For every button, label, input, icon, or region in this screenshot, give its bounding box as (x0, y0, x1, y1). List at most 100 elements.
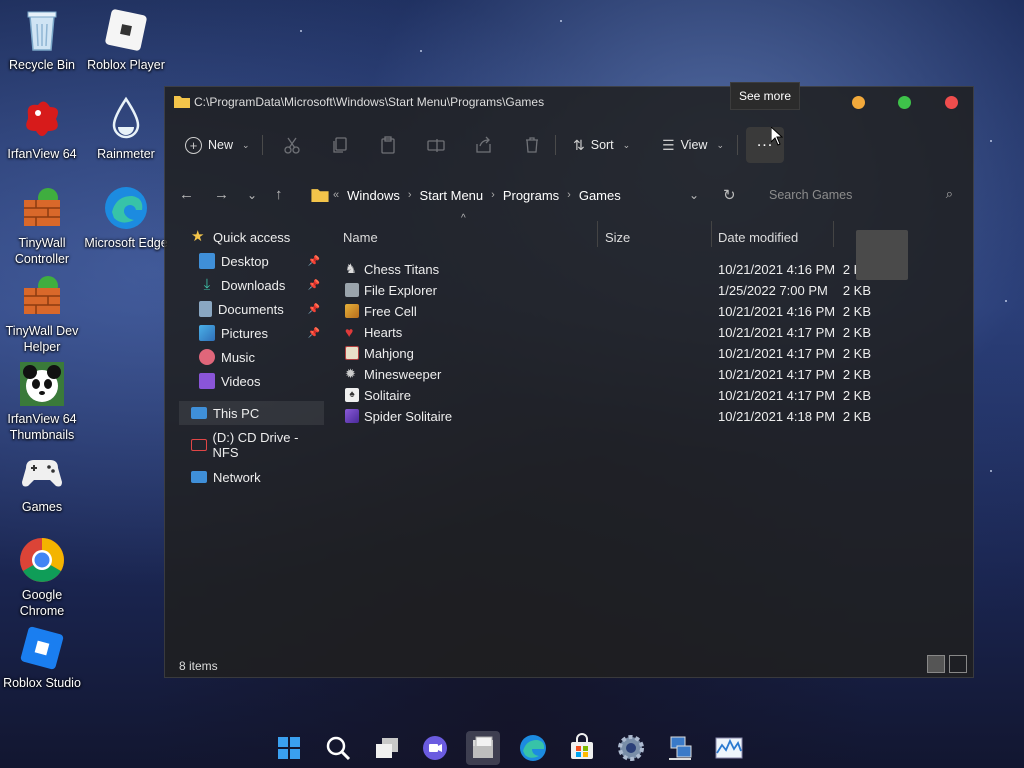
separator (262, 135, 263, 155)
sidebar-item-cd-drive[interactable]: (D:) CD Drive - NFS (179, 430, 324, 460)
file-row-spider-solitaire[interactable]: Spider Solitaire 2 KB 10/21/2021 4:18 PM (335, 406, 871, 427)
task-view-icon[interactable] (370, 731, 404, 765)
chevron-right-icon[interactable]: › (408, 189, 412, 201)
close-button[interactable] (945, 96, 958, 109)
share-icon[interactable] (475, 136, 493, 154)
network-icon (191, 471, 207, 483)
desktop-icon-edge[interactable]: Microsoft Edge (84, 184, 168, 251)
file-explorer-icon[interactable] (466, 731, 500, 765)
roblox-player-icon (102, 6, 150, 54)
search-icon[interactable] (321, 731, 355, 765)
file-row-mahjong[interactable]: Mahjong 2 KB 10/21/2021 4:17 PM (335, 343, 871, 364)
desktop-icon-tinywall[interactable]: TinyWall Controller (0, 184, 84, 267)
paste-icon[interactable] (379, 136, 397, 154)
chat-icon[interactable] (418, 731, 452, 765)
separator (555, 135, 556, 155)
column-separator[interactable] (597, 221, 598, 247)
refresh-icon[interactable]: ↻ (723, 186, 736, 204)
sidebar-item-downloads[interactable]: ⤓ Downloads 📌 (179, 273, 324, 297)
desktop-icon-roblox-studio[interactable]: Roblox Studio (0, 624, 84, 691)
pin-icon[interactable]: 📌 (308, 256, 320, 267)
mine-icon: ✹ (345, 366, 356, 381)
see-more-tooltip: See more (730, 82, 800, 110)
sort-icon: ⇅ (573, 136, 585, 153)
cut-icon[interactable] (283, 136, 301, 154)
sidebar-item-quick-access[interactable]: ★ Quick access (179, 225, 324, 249)
copy-icon[interactable] (331, 136, 349, 154)
search-box[interactable]: ⌕ (757, 180, 967, 210)
item-count: 8 items (179, 659, 218, 673)
column-separator[interactable] (711, 221, 712, 247)
free-cell-icon (345, 304, 359, 318)
chevron-right-icon[interactable]: › (491, 189, 495, 201)
rename-icon[interactable] (427, 136, 445, 154)
desktop-icon (199, 253, 215, 269)
pin-icon[interactable]: 📌 (308, 328, 320, 339)
edge-icon[interactable] (516, 731, 550, 765)
mahjong-icon (345, 346, 359, 360)
store-icon[interactable] (565, 731, 599, 765)
minimize-button[interactable] (852, 96, 865, 109)
settings-icon[interactable] (614, 731, 648, 765)
chevron-right-icon[interactable]: › (567, 189, 571, 201)
irfanview-icon (18, 95, 66, 143)
desktop-icon-games[interactable]: Games (0, 448, 84, 515)
file-row-chess-titans[interactable]: ♞ Chess Titans 2 KB 10/21/2021 4:16 PM (335, 259, 871, 280)
sidebar-item-music[interactable]: Music (179, 345, 324, 369)
file-row-solitaire[interactable]: ♠ Solitaire 2 KB 10/21/2021 4:17 PM (335, 385, 871, 406)
file-row-file-explorer[interactable]: File Explorer 2 KB 1/25/2022 7:00 PM (335, 280, 871, 301)
sort-button[interactable]: ⇅ Sort ⌄ (573, 127, 630, 163)
breadcrumb-games[interactable]: Games (579, 188, 621, 203)
breadcrumb-overflow-icon[interactable]: « (333, 189, 339, 201)
search-input[interactable] (757, 180, 967, 210)
desktop-icon-roblox-player[interactable]: Roblox Player (84, 6, 168, 73)
desktop-icon-rainmeter[interactable]: Rainmeter (84, 95, 168, 162)
forward-arrow-icon[interactable]: → (214, 186, 229, 203)
file-row-hearts[interactable]: ♥ Hearts 2 KB 10/21/2021 4:17 PM (335, 322, 871, 343)
pin-icon[interactable]: 📌 (308, 304, 320, 315)
new-button[interactable]: + New ⌄ (185, 127, 250, 163)
view-button[interactable]: ☰ View ⌄ (662, 127, 724, 163)
sidebar-item-pictures[interactable]: Pictures 📌 (179, 321, 324, 345)
address-dropdown-icon[interactable]: ⌄ (689, 188, 699, 202)
details-view-icon[interactable] (927, 655, 945, 673)
tiles-view-icon[interactable] (949, 655, 967, 673)
sidebar-item-videos[interactable]: Videos (179, 369, 324, 393)
sidebar-item-desktop[interactable]: Desktop 📌 (179, 249, 324, 273)
edge-icon (102, 184, 150, 232)
start-icon[interactable] (272, 731, 306, 765)
pc-icon (191, 407, 207, 419)
sidebar-item-network[interactable]: Network (179, 465, 324, 489)
sidebar-item-documents[interactable]: Documents 📌 (179, 297, 324, 321)
view-list-icon: ☰ (662, 136, 675, 153)
search-icon[interactable]: ⌕ (946, 186, 953, 202)
chevron-down-icon: ⌄ (716, 139, 724, 150)
delete-icon[interactable] (523, 136, 541, 154)
recent-locations-icon[interactable]: ⌄ (247, 188, 257, 202)
column-header-size[interactable]: Size (605, 223, 630, 251)
title-bar[interactable]: C:\ProgramData\Microsoft\Windows\Start M… (165, 87, 973, 117)
network-manager-icon[interactable] (663, 731, 697, 765)
desktop-icon-recycle-bin[interactable]: Recycle Bin (0, 6, 84, 73)
desktop-icon-chrome[interactable]: Google Chrome (0, 536, 84, 619)
column-header-name[interactable]: Name (343, 223, 378, 251)
desktop-icon-label: TinyWall Controller (14, 236, 70, 266)
back-arrow-icon[interactable]: ← (179, 186, 194, 203)
column-separator[interactable] (833, 221, 834, 247)
desktop-icon-irfanview[interactable]: IrfanView 64 (0, 95, 84, 162)
desktop-icon-irfanview-thumbnails[interactable]: IrfanView 64 Thumbnails (0, 360, 84, 443)
tinywall-dev-icon (18, 272, 66, 320)
sidebar-item-this-pc[interactable]: This PC (179, 401, 324, 425)
pin-icon[interactable]: 📌 (308, 280, 320, 291)
desktop-icon-tinywall-dev[interactable]: TinyWall Dev Helper (0, 272, 84, 355)
file-row-minesweeper[interactable]: ✹ Minesweeper 2 KB 10/21/2021 4:17 PM (335, 364, 871, 385)
breadcrumb-windows[interactable]: Windows (347, 188, 400, 203)
performance-monitor-icon[interactable] (712, 731, 746, 765)
maximize-button[interactable] (898, 96, 911, 109)
breadcrumb-programs[interactable]: Programs (503, 188, 559, 203)
file-row-free-cell[interactable]: Free Cell 2 KB 10/21/2021 4:16 PM (335, 301, 871, 322)
column-header-date[interactable]: Date modified (718, 223, 798, 251)
irfanview-thumbnails-icon (18, 360, 66, 408)
up-arrow-icon[interactable]: ↑ (275, 186, 283, 203)
breadcrumb-start-menu[interactable]: Start Menu (420, 188, 484, 203)
